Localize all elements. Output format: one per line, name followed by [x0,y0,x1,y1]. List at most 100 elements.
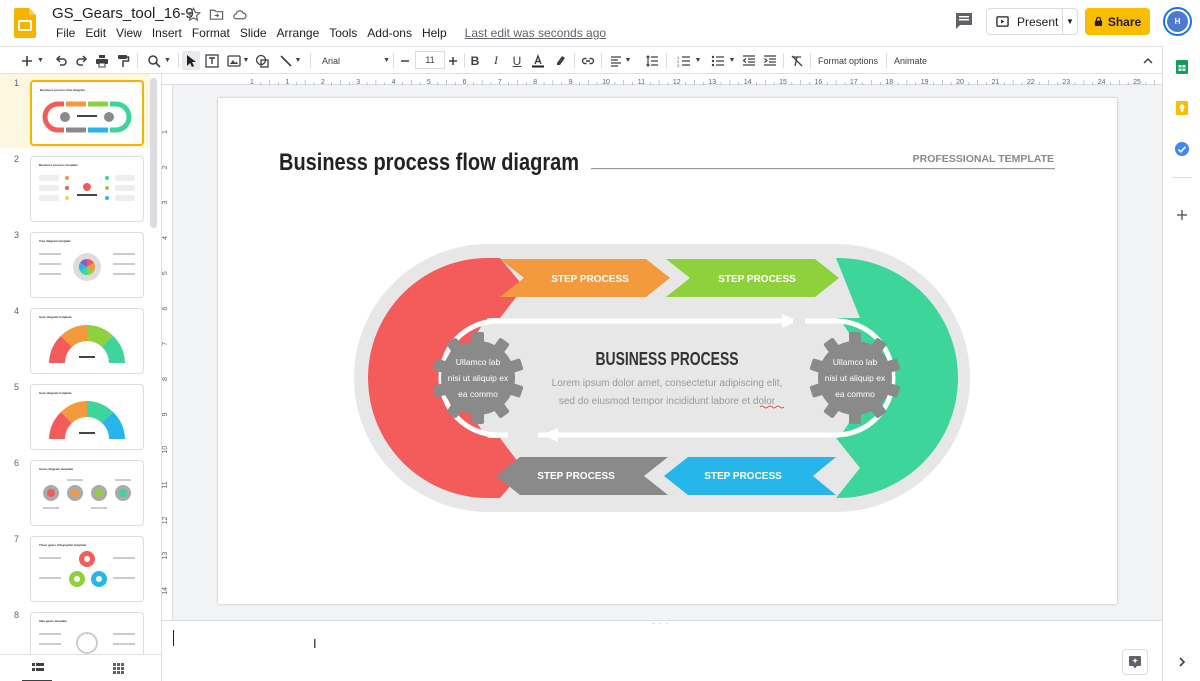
gear-left-line-1[interactable]: Ullamco lab [456,357,501,367]
slide-thumbnail-6[interactable]: 6 Gears diagram template [0,454,150,528]
font-family-select[interactable]: Arial ▼ [322,51,390,70]
comment-history-icon[interactable] [953,11,975,31]
step-label-3[interactable]: STEP PROCESS [537,471,615,482]
tasks-icon[interactable] [1174,141,1190,157]
resize-handle[interactable]: · · · [652,619,669,628]
insert-link-button[interactable] [580,51,596,70]
account-avatar[interactable]: H [1163,7,1192,36]
add-addon-icon[interactable] [1174,207,1190,223]
menu-arrange[interactable]: Arrange [272,26,325,40]
gear-left-line-3[interactable]: ea commo [458,389,498,399]
menu-tools[interactable]: Tools [324,26,362,40]
slides-logo-icon[interactable] [14,8,36,38]
slide-thumbnail-8[interactable]: 8 Idea gears template [0,606,150,654]
svg-text:3: 3 [677,63,680,68]
grid-view-icon[interactable] [113,663,124,674]
bulleted-list-button[interactable]: ▼ [708,51,738,70]
slide-thumbnail-3[interactable]: 3 Tree diagram template [0,226,150,300]
step-label-4[interactable]: STEP PROCESS [704,471,782,482]
sheets-icon[interactable] [1174,59,1190,75]
step-label-2[interactable]: STEP PROCESS [718,274,796,285]
center-body-line-2[interactable]: sed do eiusmod tempor incididunt labore … [559,396,776,407]
line-spacing-button[interactable] [644,51,660,70]
ruler-tick-label: 4 [162,236,169,240]
horizontal-ruler[interactable]: 1 1 2 3 4 5 6 7 8 9 10 11 12 13 14 15 16 17 18 19 20 21 22 23 24… [162,74,1164,86]
slide-number: 1 [14,78,20,88]
document-title[interactable]: GS_Gears_tool_16-9 [52,5,194,22]
numbered-list-button[interactable]: 123 ▼ [674,51,704,70]
highlight-color-button[interactable] [553,51,569,70]
undo-button[interactable] [53,51,69,70]
new-slide-button[interactable]: ▼ [16,51,48,70]
slide-editor[interactable]: Business process flow diagram PROFESSION… [218,98,1117,604]
font-size-decrease[interactable] [398,51,412,70]
step-label-1[interactable]: STEP PROCESS [551,274,629,285]
thumbnail-title: Three gears infographic template [39,543,87,547]
slide-thumbnail-1[interactable]: 1 Business process flow diagram [0,74,150,148]
present-button[interactable]: Present ▼ [986,8,1078,35]
slide-thumbnail-4[interactable]: 4 Gear diagram template [0,302,150,376]
menu-insert[interactable]: Insert [147,26,187,40]
shape-button[interactable] [254,51,270,70]
slide-title[interactable]: Business process flow diagram [279,149,579,176]
gear-left-line-2[interactable]: nisi ut aliquip ex [448,373,509,383]
menu-view[interactable]: View [111,26,147,40]
menu-edit[interactable]: Edit [80,26,111,40]
highlight-icon [557,55,565,65]
slide-thumbnail-7[interactable]: 7 Three gears infographic template [0,530,150,604]
paint-format-button[interactable] [115,51,131,70]
menu-file[interactable]: File [51,26,80,40]
insert-image-button[interactable]: ▼ [224,51,252,70]
menu-slide[interactable]: Slide [235,26,272,40]
text-box-button[interactable] [203,51,221,70]
list-view-icon[interactable] [32,663,44,673]
underline-button[interactable]: U [510,51,524,70]
gear-right-line-2[interactable]: nisi ut aliquip ex [825,373,886,383]
print-icon [96,54,108,67]
redo-button[interactable] [74,51,90,70]
zoom-button[interactable]: ▼ [144,51,174,70]
vertical-ruler[interactable]: 1 2 3 4 5 6 7 8 9 10 11 12 13 14 [162,85,173,620]
present-main[interactable]: Present [987,9,1063,34]
slide-subtitle[interactable]: PROFESSIONAL TEMPLATE [913,153,1054,165]
italic-button[interactable]: I [489,51,503,70]
font-size-input[interactable]: 11 [415,51,445,69]
text-color-button[interactable] [530,51,546,70]
last-edit-link[interactable]: Last edit was seconds ago [460,26,611,40]
menu-add-ons[interactable]: Add-ons [362,26,417,40]
increase-indent-button[interactable] [762,51,778,70]
menu-help[interactable]: Help [417,26,452,40]
select-tool-button[interactable] [182,51,200,70]
star-icon[interactable] [186,7,201,22]
slide-thumbnail-2[interactable]: 2 Business process template [0,150,150,224]
explore-button[interactable] [1122,649,1148,675]
decrease-indent-button[interactable] [741,51,757,70]
thumbnail-idea-gears: Idea gears template [39,619,135,654]
present-dropdown-icon[interactable]: ▼ [1063,17,1077,26]
move-folder-icon[interactable] [209,7,224,22]
cloud-saved-icon[interactable] [232,7,247,22]
format-options-button[interactable]: Format options [818,51,878,70]
clear-formatting-button[interactable] [789,51,805,70]
print-button[interactable] [94,51,110,70]
collapse-toolbar-button[interactable] [1140,51,1156,70]
gear-right-line-3[interactable]: ea commo [835,389,875,399]
gear-right-line-1[interactable]: Ullamco lab [833,357,878,367]
line-button[interactable]: ▼ [276,51,304,70]
filmstrip-scrollbar[interactable] [150,78,157,228]
menu-format[interactable]: Format [187,26,235,40]
bold-button[interactable]: B [468,51,482,70]
keep-icon[interactable] [1174,100,1190,116]
animate-button[interactable]: Animate [894,51,927,70]
expand-panel-chevron-icon[interactable] [1174,654,1190,670]
slide-canvas: Business process flow diagram PROFESSION… [173,85,1162,620]
slide-thumbnail-5[interactable]: 5 Gear diagram template [0,378,150,452]
center-body-line-1[interactable]: Lorem ipsum dolor amet, consectetur adip… [552,378,783,389]
avatar-initials: H [1167,11,1188,32]
speaker-notes[interactable]: · · · I [162,619,1162,681]
font-size-increase[interactable] [446,51,460,70]
share-button[interactable]: Share [1085,8,1150,35]
center-title[interactable]: BUSINESS PROCESS [596,349,739,369]
chevron-down-icon: ▼ [242,57,250,64]
align-button[interactable]: ▼ [606,51,634,70]
